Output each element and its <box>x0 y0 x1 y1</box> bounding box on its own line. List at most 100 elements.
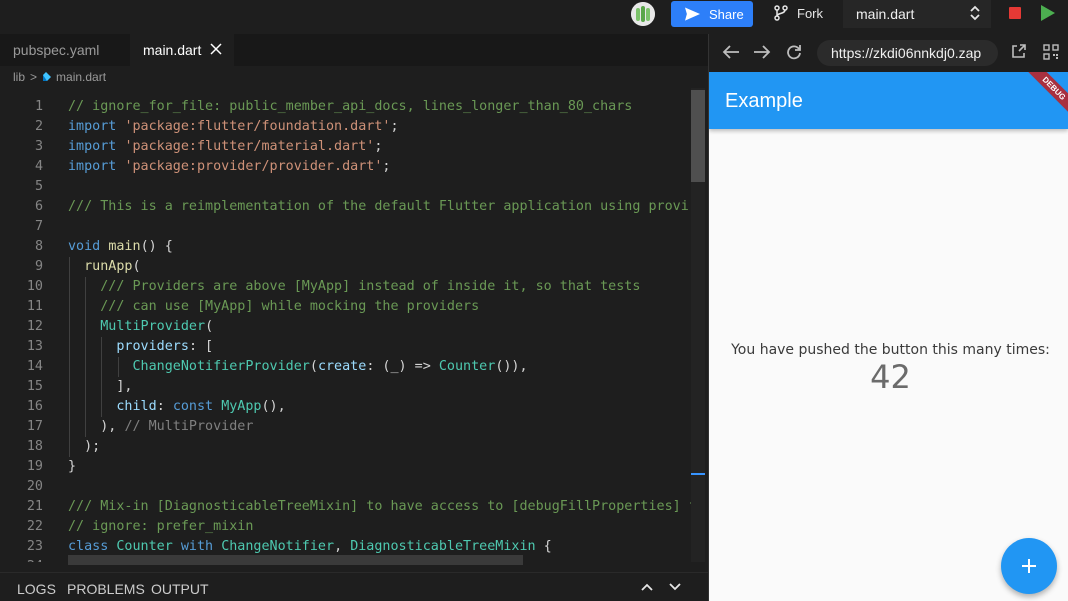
stop-icon[interactable] <box>1009 7 1021 19</box>
code-text: ], <box>68 379 133 394</box>
line-number: 14 <box>26 359 43 374</box>
line-number: 20 <box>26 479 43 494</box>
url-input[interactable]: https://zkdi06nnkdj0.zap <box>817 40 998 66</box>
close-icon[interactable] <box>210 43 222 55</box>
code-line[interactable]: 1 // ignore_for_file: public_member_api_d… <box>0 97 708 117</box>
line-number: 9 <box>34 259 43 274</box>
line-number: 10 <box>26 279 43 294</box>
app-bar: Example <box>709 72 1068 129</box>
code-line[interactable]: 18 ); <box>0 437 708 457</box>
code-line[interactable]: 12 MultiProvider( <box>0 317 708 337</box>
tab-label: pubspec.yaml <box>13 42 100 58</box>
code-line[interactable]: 9 runApp( <box>0 257 708 277</box>
back-icon[interactable] <box>722 44 740 60</box>
code-text: ); <box>68 439 101 454</box>
code-text: import 'package:flutter/foundation.dart'… <box>68 119 399 134</box>
code-text: } <box>68 459 77 474</box>
code-line[interactable]: 13 providers: [ <box>0 337 708 357</box>
scrollbar-cursor-marker <box>691 473 705 475</box>
increment-button[interactable] <box>1001 538 1057 594</box>
breadcrumb: lib > main.dart <box>0 66 708 88</box>
line-number: 8 <box>34 239 43 254</box>
updown-icon <box>970 5 980 21</box>
code-line[interactable]: 10 /// Providers are above [MyApp] inste… <box>0 277 708 297</box>
breadcrumb-file[interactable]: main.dart <box>56 70 106 84</box>
editor-scrollbar-thumb[interactable] <box>691 90 705 182</box>
horizontal-scrollbar[interactable] <box>68 555 523 565</box>
code-line[interactable]: 5 <box>0 177 708 197</box>
line-number: 6 <box>34 199 43 214</box>
avatar[interactable] <box>631 2 655 26</box>
line-number: 4 <box>34 159 43 174</box>
play-icon[interactable] <box>1041 5 1055 21</box>
code-text: class Counter with ChangeNotifier, Diagn… <box>68 539 552 554</box>
open-external-icon[interactable] <box>1011 44 1026 59</box>
counter-value: 42 <box>870 358 911 396</box>
tab-pubspec[interactable]: pubspec.yaml <box>0 34 130 66</box>
code-line[interactable]: 14 ChangeNotifierProvider(create: (_) =>… <box>0 357 708 377</box>
line-number: 22 <box>26 519 43 534</box>
code-text: import 'package:provider/provider.dart'; <box>68 159 391 174</box>
app-bar-title: Example <box>725 90 803 112</box>
code-line[interactable]: 21 /// Mix-in [DiagnosticableTreeMixin] t… <box>0 497 708 517</box>
dart-icon <box>43 72 52 81</box>
code-line[interactable]: 22 // ignore: prefer_mixin <box>0 517 708 537</box>
refresh-icon[interactable] <box>786 44 802 60</box>
tab-output[interactable]: OUTPUT <box>151 581 209 597</box>
chevron-down-icon[interactable] <box>669 583 681 591</box>
tab-logs[interactable]: LOGS <box>17 581 56 597</box>
code-line[interactable]: 15 ], <box>0 377 708 397</box>
code-line[interactable]: 4 import 'package:provider/provider.dart'… <box>0 157 708 177</box>
line-number: 2 <box>34 119 43 134</box>
preview-toolbar: https://zkdi06nnkdj0.zap <box>709 34 1068 72</box>
code-text: child: const MyApp(), <box>116 399 286 414</box>
code-line[interactable]: 7 <box>0 217 708 237</box>
chevron-up-icon[interactable] <box>641 583 653 591</box>
code-text: MultiProvider( <box>100 319 214 334</box>
code-text: /// Mix-in [DiagnosticableTreeMixin] to … <box>68 499 697 514</box>
share-button[interactable]: Share <box>671 1 753 27</box>
file-select-value: main.dart <box>856 6 915 22</box>
qr-code-icon[interactable] <box>1043 44 1059 60</box>
line-number: 24 <box>0 557 43 562</box>
code-text: import 'package:flutter/material.dart'; <box>68 139 383 154</box>
code-text: providers: [ <box>116 339 214 354</box>
tab-main-dart[interactable]: main.dart <box>130 34 234 66</box>
fork-button[interactable]: Fork <box>774 1 823 25</box>
line-number: 11 <box>26 299 43 314</box>
breadcrumb-folder[interactable]: lib <box>13 70 25 84</box>
send-icon <box>685 7 700 21</box>
bottom-panel: LOGS PROBLEMS OUTPUT <box>0 572 708 601</box>
code-line[interactable]: 17 ), // MultiProvider <box>0 417 708 437</box>
code-line[interactable]: 19} <box>0 457 708 477</box>
plus-icon <box>1022 559 1036 573</box>
code-text: /// This is a reimplementation of the de… <box>68 199 689 214</box>
code-line[interactable]: 3 import 'package:flutter/material.dart'; <box>0 137 708 157</box>
line-number: 5 <box>34 179 43 194</box>
code-line[interactable]: 16 child: const MyApp(), <box>0 397 708 417</box>
code-line[interactable]: 8 void main() { <box>0 237 708 257</box>
file-select[interactable]: main.dart <box>843 0 991 28</box>
tab-label: main.dart <box>143 42 202 58</box>
code-text: /// Providers are above [MyApp] instead … <box>68 279 641 294</box>
line-number: 16 <box>26 399 43 414</box>
line-number: 23 <box>26 539 43 554</box>
code-line[interactable]: 2 import 'package:flutter/foundation.dart… <box>0 117 708 137</box>
line-number: 18 <box>26 439 43 454</box>
forward-icon[interactable] <box>753 44 771 60</box>
code-text: // ignore_for_file: public_member_api_do… <box>68 99 633 114</box>
line-number: 7 <box>34 219 43 234</box>
code-line[interactable]: 11 /// can use [MyApp] while mocking the… <box>0 297 708 317</box>
line-number: 21 <box>26 499 43 514</box>
tab-problems[interactable]: PROBLEMS <box>67 581 145 597</box>
code-text: ChangeNotifierProvider(create: (_) => Co… <box>132 359 528 374</box>
code-text: void main() { <box>68 239 173 254</box>
code-line[interactable]: 23 class Counter with ChangeNotifier, Dia… <box>0 537 708 557</box>
line-number: 3 <box>34 139 43 154</box>
code-text: /// can use [MyApp] while mocking the pr… <box>68 299 480 314</box>
code-line[interactable]: 20 <box>0 477 708 497</box>
code-text: runApp( <box>84 259 141 274</box>
code-line[interactable]: 6 /// This is a reimplementation of the d… <box>0 197 708 217</box>
editor-tabs: pubspec.yaml main.dart <box>0 34 708 66</box>
code-editor[interactable]: 1 // ignore_for_file: public_member_api_d… <box>0 88 708 562</box>
